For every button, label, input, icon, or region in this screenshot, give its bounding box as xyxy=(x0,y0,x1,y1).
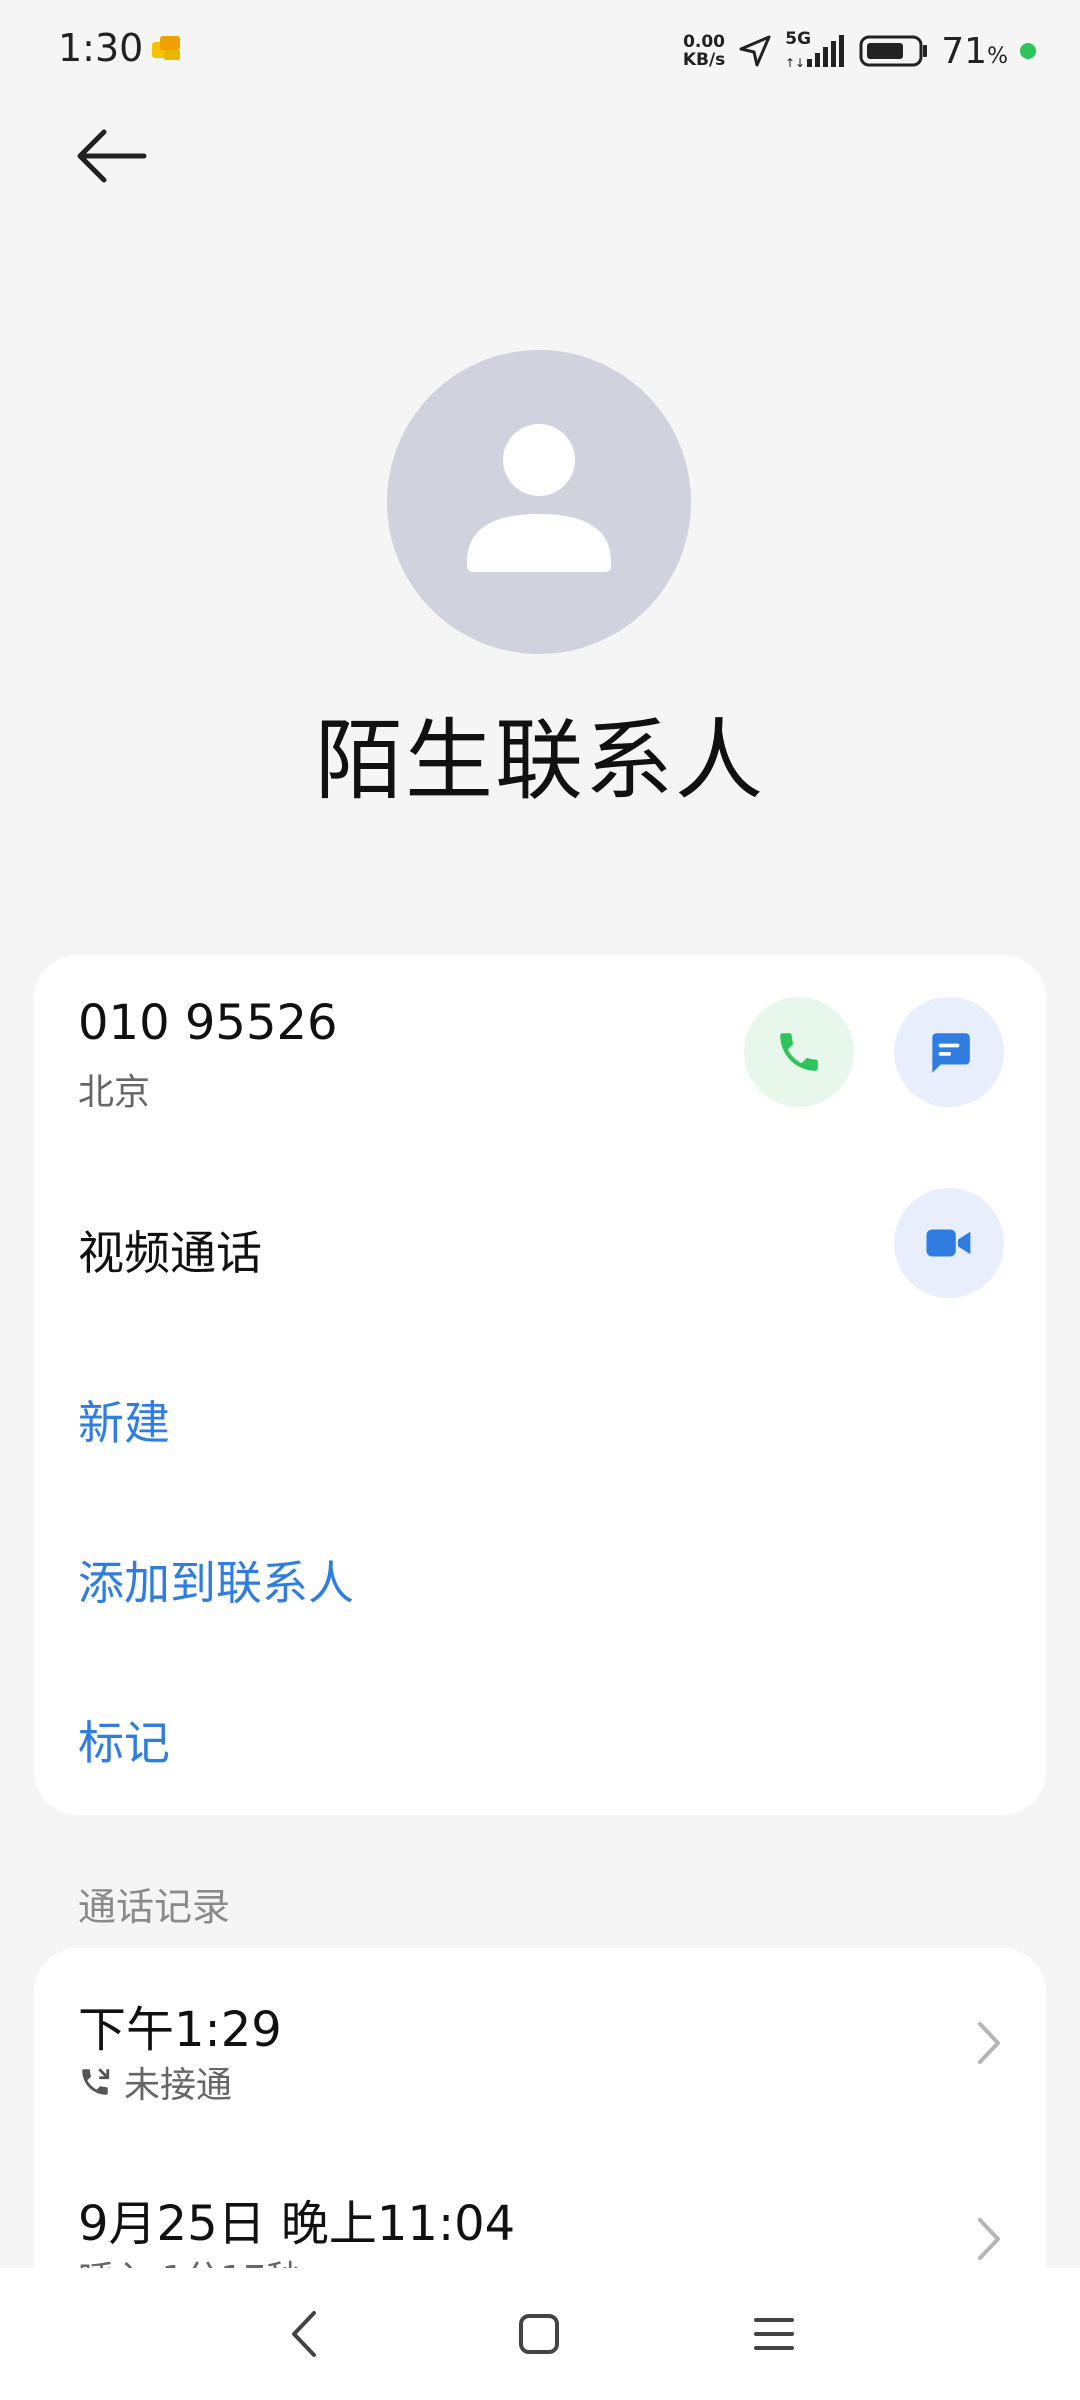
battery-level-unit: % xyxy=(987,43,1008,69)
nav-menu-button[interactable] xyxy=(744,2304,804,2364)
notification-icon xyxy=(152,36,180,60)
phone-location: 北京 xyxy=(78,1072,151,1113)
svg-text:↑↓: ↑↓ xyxy=(785,56,805,70)
message-icon xyxy=(932,1033,970,1073)
call-log-status: 未接通 xyxy=(78,2056,232,2108)
nav-home-icon xyxy=(519,2314,559,2354)
add-to-contacts-link[interactable]: 添加到联系人 xyxy=(78,1547,354,1613)
nav-back-icon xyxy=(292,2311,316,2357)
nav-menu-icon xyxy=(754,2318,794,2350)
video-call-button[interactable] xyxy=(894,1188,1004,1298)
call-log-time: 9月25日 晚上11:04 xyxy=(78,2196,516,2252)
nav-back-button[interactable] xyxy=(274,2304,334,2364)
location-arrow-icon xyxy=(739,35,771,67)
call-log-time: 下午1:29 xyxy=(78,2002,282,2058)
new-contact-link[interactable]: 新建 xyxy=(78,1387,170,1453)
battery-level-value: 71 xyxy=(941,30,988,72)
network-speed-value: 0.00 xyxy=(683,32,726,52)
phone-icon xyxy=(780,1033,818,1071)
status-dot-icon xyxy=(1020,43,1036,59)
status-bar: 1:30 0.00 KB/s 5G ↑↓ 71% xyxy=(0,0,1080,100)
contact-actions-card: 010 95526 北京 视频通话 新建 添加到联系人 标记 xyxy=(34,955,1046,1815)
mark-number-link[interactable]: 标记 xyxy=(78,1707,170,1773)
person-icon xyxy=(467,424,611,572)
network-speed-unit: KB/s xyxy=(682,50,726,70)
system-nav-bar xyxy=(0,2268,1080,2400)
call-log-title: 通话记录 xyxy=(78,1885,231,1929)
arrow-left-icon[interactable] xyxy=(74,126,150,186)
video-call-label: 视频通话 xyxy=(78,1226,262,1280)
chevron-right-icon xyxy=(978,2022,1000,2064)
contact-name: 陌生联系人 xyxy=(314,709,765,812)
network-speed: 0.00 KB/s xyxy=(683,33,725,69)
missed-call-icon xyxy=(82,2068,110,2095)
call-button[interactable] xyxy=(744,997,854,1107)
nav-home-button[interactable] xyxy=(509,2304,569,2364)
message-button[interactable] xyxy=(894,997,1004,1107)
phone-row[interactable]: 010 95526 北京 xyxy=(34,955,1046,1135)
status-time: 1:30 xyxy=(58,26,144,70)
battery-icon xyxy=(859,35,928,67)
chevron-right-icon xyxy=(978,2218,1000,2260)
video-camera-icon xyxy=(926,1229,971,1257)
video-call-row[interactable]: 视频通话 xyxy=(34,1145,1046,1335)
avatar xyxy=(387,350,691,654)
signal-indicator: 5G ↑↓ xyxy=(785,29,847,71)
call-log-item[interactable]: 下午1:29 未接通 xyxy=(34,1948,1046,2144)
call-log-status-text: 未接通 xyxy=(124,2065,233,2106)
contact-detail-page: 1:30 0.00 KB/s 5G ↑↓ 71% 陌生联系人 010 95526… xyxy=(0,0,1080,2400)
signal-icon: ↑↓ xyxy=(785,35,845,70)
battery-level: 71% xyxy=(941,31,1008,72)
phone-number: 010 95526 xyxy=(78,995,338,1051)
status-icons: 0.00 KB/s 5G ↑↓ 71% xyxy=(683,26,1036,76)
